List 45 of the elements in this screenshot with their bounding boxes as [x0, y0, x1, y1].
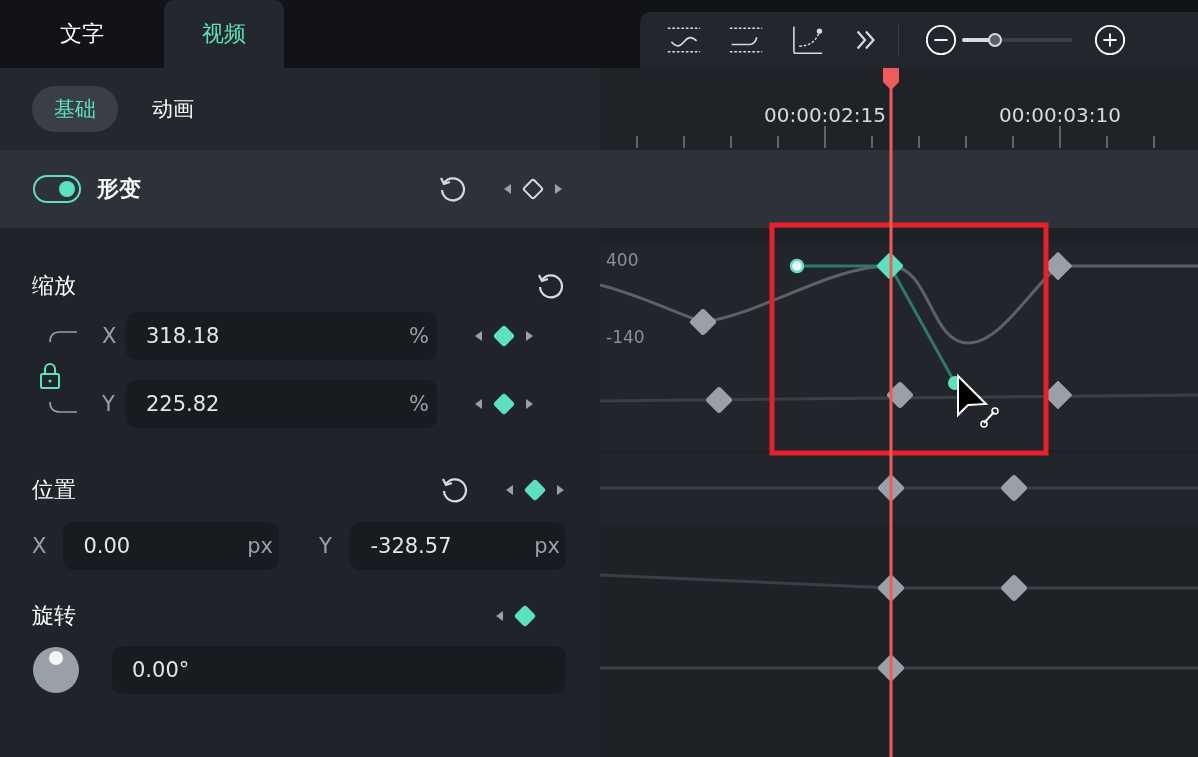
toggle-switch[interactable] [33, 175, 81, 203]
subtab[interactable]: 动画 [130, 86, 216, 132]
next-keyframe-button[interactable] [525, 398, 535, 410]
zoom-in-button[interactable] [1094, 24, 1126, 56]
prev-keyframe-button[interactable] [494, 610, 504, 622]
tab[interactable]: 文字 [0, 0, 164, 68]
section-title: 形变 [97, 175, 141, 203]
reset-icon[interactable] [440, 475, 470, 505]
ease-curve-icon[interactable] [666, 25, 702, 55]
property-label: 缩放 [32, 272, 76, 300]
slider-thumb[interactable] [988, 33, 1002, 47]
input-field[interactable]: 0.00 px [63, 522, 279, 570]
input-field[interactable]: 0.00° [112, 646, 566, 694]
next-keyframe-button[interactable] [525, 330, 535, 342]
keyframe-button[interactable] [520, 176, 546, 202]
axis-label: X [32, 534, 48, 558]
prev-keyframe-button[interactable] [504, 484, 514, 496]
value-label: -140 [606, 327, 645, 347]
keyframe-graph[interactable]: 400 -140 [600, 150, 1198, 757]
axis-label: X [102, 324, 118, 348]
property-label: 位置 [32, 476, 76, 504]
bezier-handle[interactable] [789, 258, 805, 274]
next-keyframe-button[interactable] [556, 484, 566, 496]
reset-icon[interactable] [438, 174, 468, 204]
time-label: 00:00:02:15 [764, 103, 886, 127]
property-label: 旋转 [32, 602, 76, 630]
ease-out-icon[interactable] [728, 25, 764, 55]
axis-label: Y [319, 534, 333, 558]
axis-label: Y [102, 392, 116, 416]
zoom-out-button[interactable] [925, 24, 957, 56]
input-field[interactable]: 318.18 % [126, 312, 437, 360]
mouse-cursor-icon [957, 373, 999, 428]
input-field[interactable]: 225.82 % [126, 380, 437, 428]
input-field[interactable]: -328.57 px [350, 522, 566, 570]
reset-icon[interactable] [536, 271, 566, 301]
subtab[interactable]: 基础 [32, 86, 118, 132]
time-label: 00:00:03:10 [999, 103, 1121, 127]
prev-keyframe-button[interactable] [473, 398, 483, 410]
tab[interactable]: 视频 [164, 0, 284, 68]
prev-keyframe-button[interactable] [473, 330, 483, 342]
value-label: 400 [606, 250, 639, 270]
prev-keyframe-button[interactable] [502, 183, 512, 195]
time-ruler[interactable]: 00:00:02:15 00:00:03:10 [600, 68, 1198, 150]
next-keyframe-button[interactable] [554, 183, 564, 195]
rotation-dial[interactable] [32, 646, 80, 694]
